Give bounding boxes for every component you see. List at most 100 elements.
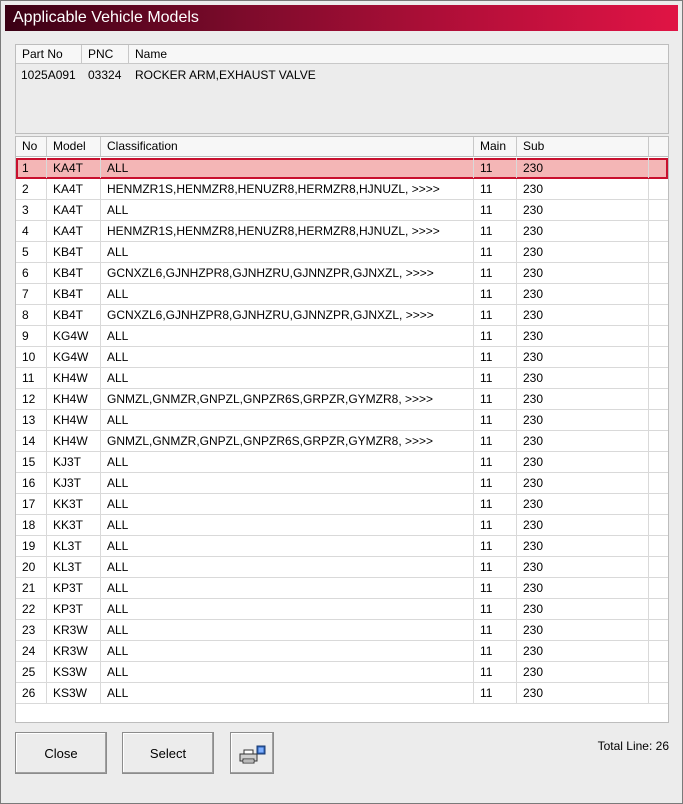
table-header: No Model Classification Main Sub xyxy=(16,137,668,157)
table-row[interactable]: 22 KP3T ALL 11 230 xyxy=(16,599,668,620)
row-classification: ALL xyxy=(101,326,474,346)
row-main: 11 xyxy=(474,200,517,220)
row-model: KS3W xyxy=(47,683,101,703)
table-row[interactable]: 25 KS3W ALL 11 230 xyxy=(16,662,668,683)
row-no: 10 xyxy=(16,347,47,367)
row-no: 16 xyxy=(16,473,47,493)
table-row[interactable]: 24 KR3W ALL 11 230 xyxy=(16,641,668,662)
table-row[interactable]: 20 KL3T ALL 11 230 xyxy=(16,557,668,578)
table-row[interactable]: 8 KB4T GCNXZL6,GJNHZPR8,GJNHZRU,GJNNZPR,GJ… xyxy=(16,305,668,326)
row-main: 11 xyxy=(474,326,517,346)
row-main: 11 xyxy=(474,305,517,325)
row-model: KH4W xyxy=(47,431,101,451)
table-row[interactable]: 9 KG4W ALL 11 230 xyxy=(16,326,668,347)
print-button[interactable] xyxy=(230,732,274,774)
table-row[interactable]: 7 KB4T ALL 11 230 xyxy=(16,284,668,305)
row-model: KJ3T xyxy=(47,452,101,472)
row-no: 11 xyxy=(16,368,47,388)
row-model: KK3T xyxy=(47,494,101,514)
close-button[interactable]: Close xyxy=(15,732,107,774)
row-no: 12 xyxy=(16,389,47,409)
row-classification: ALL xyxy=(101,452,474,472)
table-row[interactable]: 13 KH4W ALL 11 230 xyxy=(16,410,668,431)
column-header-sub[interactable]: Sub xyxy=(517,137,649,156)
table-row[interactable]: 4 KA4T HENMZR1S,HENMZR8,HENUZR8,HERMZR8,HJ… xyxy=(16,221,668,242)
row-no: 7 xyxy=(16,284,47,304)
row-main: 11 xyxy=(474,599,517,619)
row-model: KG4W xyxy=(47,326,101,346)
printer-icon xyxy=(239,745,266,764)
table-row[interactable]: 18 KK3T ALL 11 230 xyxy=(16,515,668,536)
row-classification: ALL xyxy=(101,641,474,661)
header-name[interactable]: Name xyxy=(129,45,668,63)
table-row[interactable]: 16 KJ3T ALL 11 230 xyxy=(16,473,668,494)
row-classification: ALL xyxy=(101,347,474,367)
row-sub: 230 xyxy=(517,221,649,241)
row-main: 11 xyxy=(474,662,517,682)
row-main: 11 xyxy=(474,578,517,598)
table-row[interactable]: 6 KB4T GCNXZL6,GJNHZPR8,GJNHZRU,GJNNZPR,GJ… xyxy=(16,263,668,284)
table-row[interactable]: 11 KH4W ALL 11 230 xyxy=(16,368,668,389)
row-model: KK3T xyxy=(47,515,101,535)
column-header-main[interactable]: Main xyxy=(474,137,517,156)
row-classification: ALL xyxy=(101,578,474,598)
part-info-header: Part No PNC Name xyxy=(16,45,668,64)
row-main: 11 xyxy=(474,494,517,514)
row-main: 11 xyxy=(474,347,517,367)
window-title: Applicable Vehicle Models xyxy=(5,5,678,31)
row-classification: ALL xyxy=(101,620,474,640)
table-row[interactable]: 17 KK3T ALL 11 230 xyxy=(16,494,668,515)
table-row[interactable]: 19 KL3T ALL 11 230 xyxy=(16,536,668,557)
row-model: KA4T xyxy=(47,200,101,220)
row-no: 2 xyxy=(16,179,47,199)
row-main: 11 xyxy=(474,452,517,472)
row-sub: 230 xyxy=(517,263,649,283)
table-row[interactable]: 15 KJ3T ALL 11 230 xyxy=(16,452,668,473)
row-no: 14 xyxy=(16,431,47,451)
row-sub: 230 xyxy=(517,284,649,304)
row-classification: GNMZL,GNMZR,GNPZL,GNPZR6S,GRPZR,GYMZR8, … xyxy=(101,431,474,451)
row-sub: 230 xyxy=(517,179,649,199)
row-model: KB4T xyxy=(47,242,101,262)
column-header-classification[interactable]: Classification xyxy=(101,137,474,156)
row-sub: 230 xyxy=(517,326,649,346)
row-no: 17 xyxy=(16,494,47,514)
table-row[interactable]: 12 KH4W GNMZL,GNMZR,GNPZL,GNPZR6S,GRPZR,GY… xyxy=(16,389,668,410)
table-row[interactable]: 23 KR3W ALL 11 230 xyxy=(16,620,668,641)
total-line-label: Total Line: 26 xyxy=(597,739,669,753)
row-no: 13 xyxy=(16,410,47,430)
table-row[interactable]: 3 KA4T ALL 11 230 xyxy=(16,200,668,221)
row-model: KL3T xyxy=(47,536,101,556)
column-header-no[interactable]: No xyxy=(16,137,47,156)
table-row[interactable]: 21 KP3T ALL 11 230 xyxy=(16,578,668,599)
row-sub: 230 xyxy=(517,158,649,178)
table-row[interactable]: 10 KG4W ALL 11 230 xyxy=(16,347,668,368)
row-classification: GCNXZL6,GJNHZPR8,GJNHZRU,GJNNZPR,GJNXZL,… xyxy=(101,305,474,325)
select-button[interactable]: Select xyxy=(122,732,214,774)
row-no: 15 xyxy=(16,452,47,472)
table-row[interactable]: 2 KA4T HENMZR1S,HENMZR8,HENUZR8,HERMZR8,HJ… xyxy=(16,179,668,200)
table-row[interactable]: 5 KB4T ALL 11 230 xyxy=(16,242,668,263)
row-no: 19 xyxy=(16,536,47,556)
row-classification: ALL xyxy=(101,683,474,703)
header-part-no[interactable]: Part No xyxy=(16,45,82,63)
row-no: 1 xyxy=(16,158,47,178)
row-sub: 230 xyxy=(517,389,649,409)
vehicle-models-table[interactable]: No Model Classification Main Sub 1 KA4T AL… xyxy=(15,136,669,723)
row-no: 20 xyxy=(16,557,47,577)
table-row[interactable]: 26 KS3W ALL 11 230 xyxy=(16,683,668,704)
row-main: 11 xyxy=(474,620,517,640)
row-no: 23 xyxy=(16,620,47,640)
row-no: 4 xyxy=(16,221,47,241)
row-sub: 230 xyxy=(517,368,649,388)
row-main: 11 xyxy=(474,389,517,409)
table-row-selected[interactable]: 1 KA4T ALL 11 230 xyxy=(16,158,668,179)
row-model: KA4T xyxy=(47,221,101,241)
part-no-value: 1025A091 xyxy=(21,68,76,82)
table-row[interactable]: 14 KH4W GNMZL,GNMZR,GNPZL,GNPZR6S,GRPZR,GY… xyxy=(16,431,668,452)
row-no: 26 xyxy=(16,683,47,703)
row-no: 5 xyxy=(16,242,47,262)
column-header-model[interactable]: Model xyxy=(47,137,101,156)
header-pnc[interactable]: PNC xyxy=(82,45,129,63)
row-classification: ALL xyxy=(101,473,474,493)
